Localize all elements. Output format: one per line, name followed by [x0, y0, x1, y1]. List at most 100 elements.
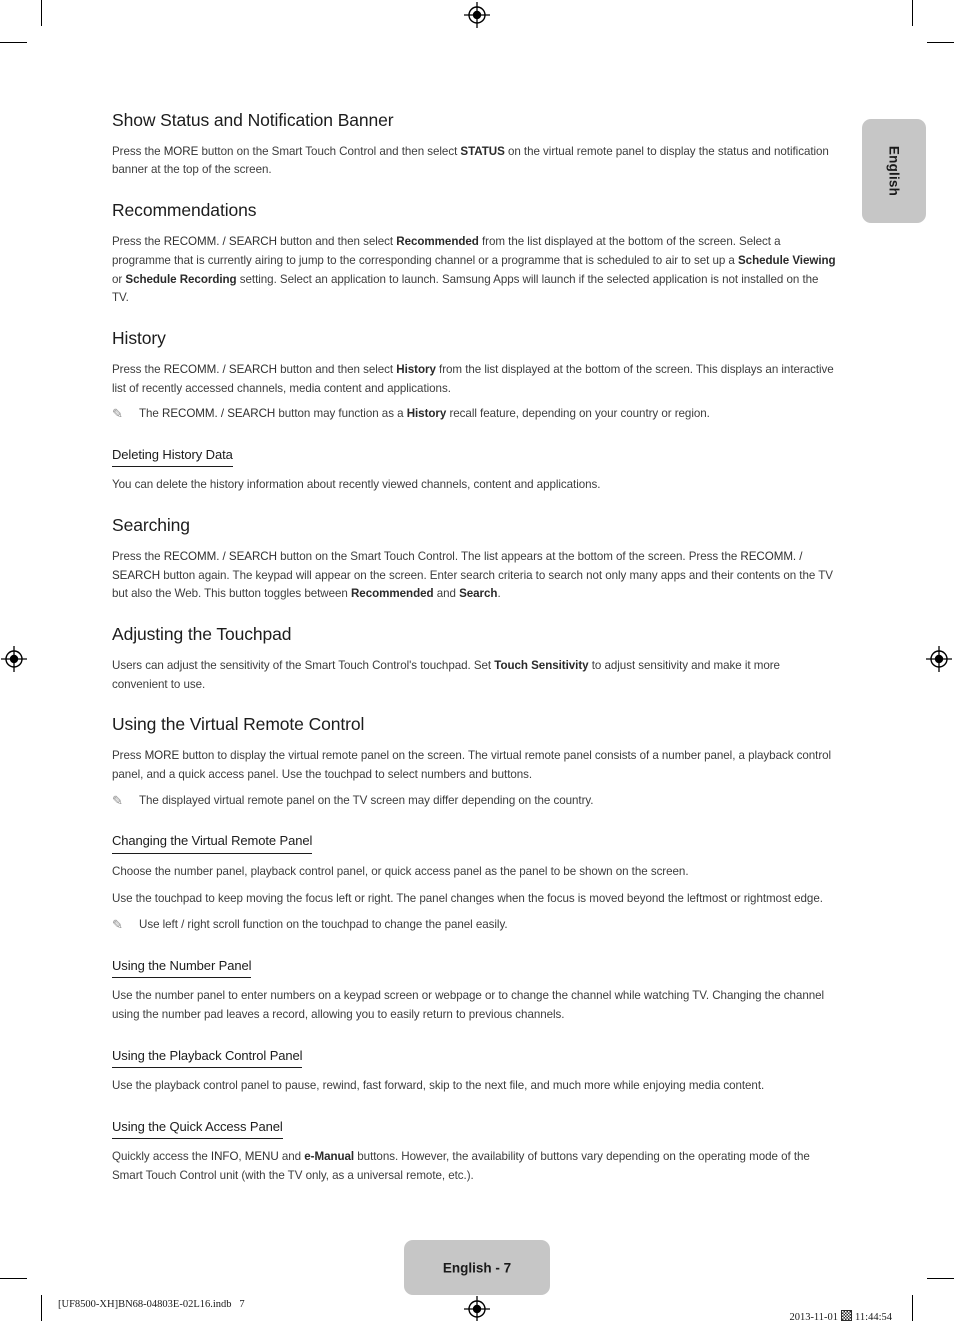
print-source-filename: [UF8500-XH]BN68-04803E-02L16.indb 7 [58, 1299, 245, 1310]
emphasis-term: Recommended [350, 587, 434, 601]
section-heading: Show Status and Notification Banner [112, 110, 394, 130]
body-paragraph: Users can adjust the sensitivity of the … [112, 657, 838, 695]
emphasis-term: STATUS [460, 144, 505, 158]
emphasis-term: Search [459, 587, 498, 601]
button-name: INFO [210, 1150, 239, 1164]
body-paragraph: You can delete the history information a… [112, 476, 838, 495]
text-run: button and then select [276, 234, 397, 248]
subsection-heading: Changing the Virtual Remote Panel [112, 833, 312, 854]
registration-mark-top-icon [464, 2, 490, 28]
body-paragraph: Press the RECOMM. / SEARCH button and th… [112, 361, 838, 399]
text-run: Press the [112, 234, 164, 248]
section-heading: History [112, 328, 166, 349]
text-run: Quickly access the [112, 1150, 211, 1164]
section-recommendations: Recommendations Press the RECOMM. / SEARC… [112, 200, 838, 308]
text-run: button on the Smart Touch Control. The l… [276, 549, 741, 563]
subsection-deleting-history-data: Deleting History Data You can delete the … [112, 446, 838, 495]
body-paragraph: Use the number panel to enter numbers on… [112, 987, 838, 1025]
subsection-using-the-quick-access-panel: Using the Quick Access Panel Quickly acce… [112, 1118, 838, 1186]
body-paragraph: Use the playback control panel to pause,… [112, 1077, 838, 1096]
section-heading: Adjusting the Touchpad [112, 624, 292, 645]
body-paragraph: Press the RECOMM. / SEARCH button and th… [112, 233, 838, 308]
note-paragraph: ✎ The displayed virtual remote panel on t… [112, 792, 838, 811]
text-run: button to display the virtual remote pan… [112, 749, 832, 781]
subsection-heading: Deleting History Data [112, 447, 233, 468]
page-number-label: English - 7 [442, 1260, 512, 1275]
crop-mark-bottom-left-horizontal [0, 1278, 27, 1279]
crop-mark-top-left-vertical [41, 0, 42, 26]
print-time: 11:44:54 [855, 1312, 892, 1321]
body-paragraph: Press the RECOMM. / SEARCH button on the… [112, 548, 838, 604]
crop-mark-top-right-vertical [912, 0, 913, 26]
page-number-badge: English - 7 [404, 1240, 550, 1295]
body-paragraph: Press MORE button to display the virtual… [112, 747, 838, 785]
registration-mark-right-icon [926, 646, 952, 672]
note-paragraph: ✎ The RECOMM. / SEARCH button may functio… [112, 405, 838, 424]
section-heading: Using the Virtual Remote Control [112, 714, 365, 735]
section-show-status: Show Status and Notification Banner Press… [112, 110, 838, 180]
text-run: Use the number panel to enter numbers on… [112, 989, 825, 1022]
section-heading: Recommendations [112, 200, 257, 221]
button-name: MENU [244, 1150, 279, 1164]
text-run: Choose the number panel, playback contro… [112, 864, 689, 878]
section-history: History Press the RECOMM. / SEARCH button… [112, 328, 838, 495]
subsection-changing-the-virtual-remote-panel: Changing the Virtual Remote Panel Choose … [112, 832, 838, 935]
text-run: You can delete the history information a… [112, 478, 601, 492]
body-paragraph: Use the touchpad to keep moving the focu… [112, 890, 838, 909]
body-paragraph: Quickly access the INFO, MENU and e-Manu… [112, 1148, 838, 1186]
body-paragraph: Choose the number panel, playback contro… [112, 863, 838, 882]
text-run: Use the playback control panel to pause,… [112, 1079, 765, 1093]
subsection-heading: Using the Number Panel [112, 958, 252, 979]
crop-mark-top-left-horizontal [0, 42, 27, 43]
section-using-the-virtual-remote-control: Using the Virtual Remote Control Press MO… [112, 714, 838, 1185]
text-run: Press [112, 749, 145, 763]
pencil-icon: ✎ [112, 792, 123, 808]
language-side-tab-label: English [886, 145, 902, 197]
text-run: Press the [112, 549, 164, 563]
emphasis-term: History [396, 362, 436, 376]
registration-mark-left-icon [1, 646, 27, 672]
section-searching: Searching Press the RECOMM. / SEARCH butt… [112, 515, 838, 604]
text-run: button may function as a [275, 407, 407, 421]
button-name: RECOMM. / SEARCH [163, 362, 277, 376]
emphasis-term: Recommended [396, 234, 479, 248]
text-run: The displayed virtual remote panel on th… [139, 793, 594, 807]
button-name: RECOMM. / SEARCH [163, 234, 277, 248]
manual-page: English Show Status and Notification Ban… [0, 0, 954, 1321]
pencil-icon: ✎ [112, 917, 123, 933]
text-run: recall feature, depending on your countr… [446, 407, 710, 421]
crop-mark-top-right-horizontal [927, 42, 954, 43]
emphasis-term: Touch Sensitivity [494, 658, 589, 672]
crop-mark-bottom-right-horizontal [927, 1278, 954, 1279]
section-heading: Searching [112, 515, 190, 536]
print-timestamp: 2013-11-01 11:44:54 [779, 1299, 892, 1321]
text-run: Press the [112, 144, 164, 158]
crop-mark-bottom-right-vertical [912, 1295, 913, 1321]
emphasis-term: e-Manual [304, 1150, 355, 1164]
button-name: MORE [144, 749, 180, 763]
text-run: Use left / right scroll function on the … [139, 918, 508, 932]
text-run: . [497, 587, 501, 601]
text-run: and [433, 587, 460, 601]
emphasis-term: Schedule Recording [125, 272, 237, 286]
text-run: or [112, 272, 126, 286]
text-run: Use the touchpad to keep moving the focu… [112, 892, 823, 906]
text-run: button and then select [276, 362, 397, 376]
pencil-icon: ✎ [112, 406, 123, 422]
print-date: 2013-11-01 [789, 1312, 839, 1321]
emphasis-term: History [406, 407, 447, 421]
emphasis-term: Schedule Viewing [738, 253, 836, 267]
missing-glyph-box-icon [841, 1310, 853, 1321]
subsection-using-the-number-panel: Using the Number Panel Use the number pan… [112, 957, 838, 1025]
text-run: Press the [112, 362, 164, 376]
text-run: and [278, 1150, 305, 1164]
text-run: Users can adjust the sensitivity of the … [112, 658, 495, 672]
note-paragraph: ✎ Use left / right scroll function on the… [112, 916, 838, 935]
language-side-tab: English [862, 119, 926, 223]
button-name: RECOMM. / SEARCH [162, 407, 276, 421]
subsection-using-the-playback-control-panel: Using the Playback Control Panel Use the … [112, 1047, 838, 1096]
subsection-heading: Using the Quick Access Panel [112, 1119, 283, 1140]
button-name: RECOMM. / SEARCH [163, 549, 277, 563]
registration-mark-bottom-icon [464, 1296, 490, 1321]
text-run: button on the Smart Touch Control and th… [198, 144, 461, 158]
